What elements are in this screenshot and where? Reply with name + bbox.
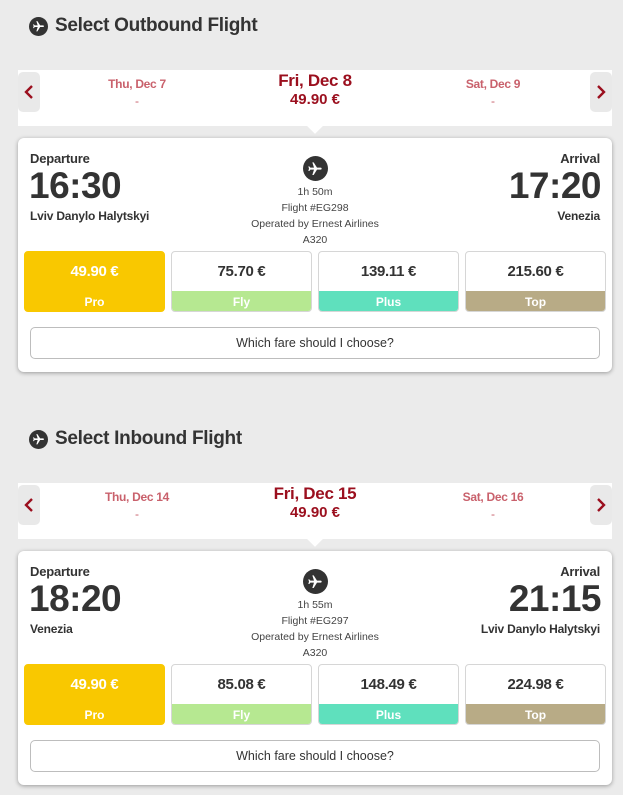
fare-price: 49.90 € <box>70 263 119 280</box>
fare-option-fly[interactable]: 75.70 € Fly <box>171 251 312 312</box>
inbound-date-current[interactable]: Fri, Dec 15 49.90 € <box>235 484 395 522</box>
fare-option-fly[interactable]: 85.08 € Fly <box>171 664 312 725</box>
inbound-date-prev-label: Thu, Dec 14 <box>104 490 170 504</box>
arrival-airport: Venezia <box>557 209 600 223</box>
arrival-time: 21:15 <box>508 578 602 619</box>
fare-price: 224.98 € <box>507 676 564 693</box>
inbound-date-strip: Thu, Dec 14 - Fri, Dec 15 49.90 € Sat, D… <box>18 483 612 547</box>
aircraft-type: A320 <box>302 234 328 246</box>
fare-price: 148.49 € <box>360 676 417 693</box>
departure-airport: Lviv Danylo Halytskyi <box>30 209 150 223</box>
which-fare-button[interactable]: Which fare should I choose? <box>30 327 600 359</box>
chevron-right-icon <box>597 85 606 99</box>
outbound-date-next-price: - <box>491 94 495 108</box>
flight-operator: Operated by Ernest Airlines <box>251 631 379 643</box>
departure-airport: Venezia <box>30 622 73 636</box>
flight-duration: 1h 55m <box>297 599 333 611</box>
fare-name: Top <box>466 704 605 724</box>
inbound-date-next-label: Sat, Dec 16 <box>462 490 524 504</box>
outbound-date-next[interactable]: Sat, Dec 9 - <box>418 74 568 108</box>
fare-name: Top <box>466 291 605 311</box>
fare-option-pro[interactable]: 49.90 € Pro <box>24 251 165 312</box>
flight-duration: 1h 50m <box>297 186 333 198</box>
departure-time: 18:20 <box>29 578 122 619</box>
fare-name: Pro <box>25 291 164 311</box>
arrival-label: Arrival <box>560 564 600 579</box>
outbound-title: Select Outbound Flight <box>29 14 258 38</box>
outbound-date-prev-label: Thu, Dec 7 <box>108 77 166 91</box>
inbound-date-current-price: 49.90 € <box>289 504 341 521</box>
fare-option-top[interactable]: 215.60 € Top <box>465 251 606 312</box>
flight-details: 1h 50m Flight #EG298 Operated by Ernest … <box>240 156 390 248</box>
outbound-prev-date-button[interactable] <box>18 72 40 112</box>
outbound-next-date-button[interactable] <box>590 72 612 112</box>
selected-date-pointer <box>305 527 325 547</box>
fare-name: Plus <box>319 704 458 724</box>
fare-option-plus[interactable]: 139.11 € Plus <box>318 251 459 312</box>
inbound-date-next-price: - <box>491 507 495 521</box>
fare-name: Plus <box>319 291 458 311</box>
outbound-date-next-label: Sat, Dec 9 <box>465 77 521 91</box>
aircraft-type: A320 <box>302 647 328 659</box>
inbound-prev-date-button[interactable] <box>18 485 40 525</box>
outbound-date-prev-price: - <box>135 94 139 108</box>
outbound-title-text: Select Outbound Flight <box>55 15 258 36</box>
chevron-right-icon <box>597 498 606 512</box>
flight-details: 1h 55m Flight #EG297 Operated by Ernest … <box>240 569 390 661</box>
inbound-date-next[interactable]: Sat, Dec 16 - <box>418 487 568 521</box>
inbound-date-prev-price: - <box>135 507 139 521</box>
plane-icon <box>29 429 48 449</box>
chevron-left-icon <box>24 85 33 99</box>
departure-time: 16:30 <box>29 165 122 206</box>
outbound-date-current-price: 49.90 € <box>289 91 341 108</box>
which-fare-button[interactable]: Which fare should I choose? <box>30 740 600 772</box>
chevron-left-icon <box>24 498 33 512</box>
inbound-title-text: Select Inbound Flight <box>55 428 242 449</box>
flight-operator: Operated by Ernest Airlines <box>251 218 379 230</box>
inbound-flight-card: Departure 18:20 Venezia 1h 55m Flight #E… <box>18 551 612 785</box>
fare-option-pro[interactable]: 49.90 € Pro <box>24 664 165 725</box>
fare-name: Fly <box>172 291 311 311</box>
plane-icon <box>29 16 48 36</box>
flight-number: Flight #EG298 <box>281 202 349 214</box>
arrival-time: 17:20 <box>508 165 602 206</box>
fare-price: 85.08 € <box>217 676 266 693</box>
outbound-date-current[interactable]: Fri, Dec 8 49.90 € <box>235 71 395 109</box>
arrival-airport: Lviv Danylo Halytskyi <box>480 622 600 636</box>
flight-number: Flight #EG297 <box>281 615 349 627</box>
fare-price: 215.60 € <box>507 263 564 280</box>
fare-name: Fly <box>172 704 311 724</box>
plane-icon <box>302 569 328 594</box>
outbound-date-current-label: Fri, Dec 8 <box>278 71 352 90</box>
outbound-date-strip: Thu, Dec 7 - Fri, Dec 8 49.90 € Sat, Dec… <box>18 70 612 134</box>
inbound-next-date-button[interactable] <box>590 485 612 525</box>
outbound-date-prev[interactable]: Thu, Dec 7 - <box>62 74 212 108</box>
outbound-flight-card: Departure 16:30 Lviv Danylo Halytskyi 1h… <box>18 138 612 372</box>
inbound-date-prev[interactable]: Thu, Dec 14 - <box>62 487 212 521</box>
fare-name: Pro <box>25 704 164 724</box>
inbound-title: Select Inbound Flight <box>29 427 242 451</box>
selected-date-pointer <box>305 114 325 134</box>
departure-label: Departure <box>30 564 90 579</box>
fare-option-top[interactable]: 224.98 € Top <box>465 664 606 725</box>
departure-label: Departure <box>30 151 90 166</box>
fare-price: 75.70 € <box>217 263 266 280</box>
fare-option-plus[interactable]: 148.49 € Plus <box>318 664 459 725</box>
plane-icon <box>302 156 328 181</box>
inbound-date-current-label: Fri, Dec 15 <box>273 484 357 503</box>
fare-price: 139.11 € <box>360 263 417 280</box>
fare-price: 49.90 € <box>70 676 119 693</box>
arrival-label: Arrival <box>560 151 600 166</box>
